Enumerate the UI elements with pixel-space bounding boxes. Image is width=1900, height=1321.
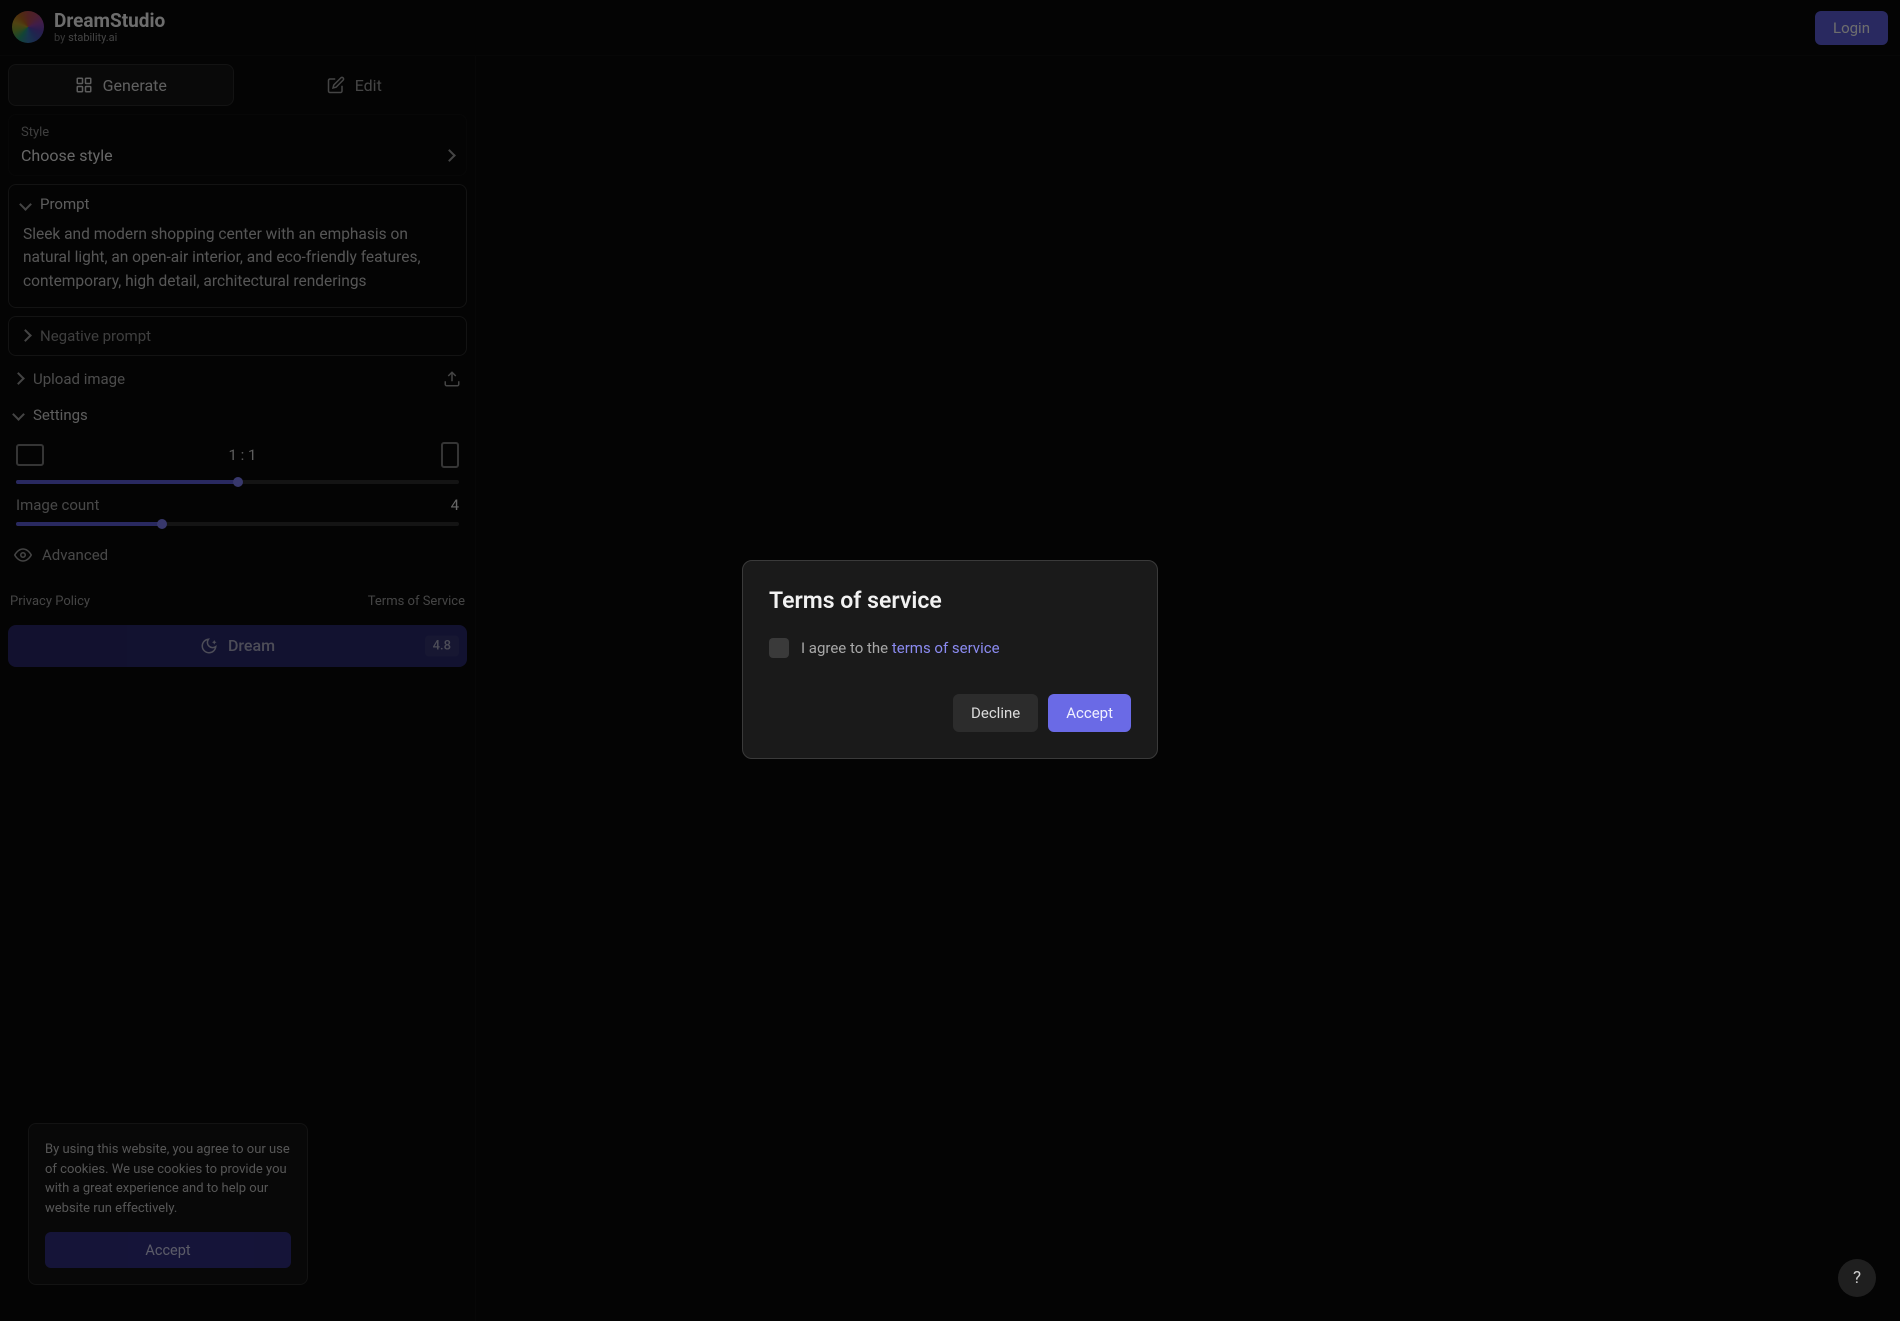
accept-button[interactable]: Accept <box>1048 694 1131 732</box>
tos-modal: Terms of service I agree to the terms of… <box>742 560 1158 759</box>
agree-text: I agree to the terms of service <box>801 639 1000 657</box>
modal-actions: Decline Accept <box>769 694 1131 732</box>
agree-prefix: I agree to the <box>801 639 892 657</box>
modal-title: Terms of service <box>769 587 1131 614</box>
agree-checkbox[interactable] <box>769 638 789 658</box>
decline-button[interactable]: Decline <box>953 694 1038 732</box>
modal-overlay[interactable]: Terms of service I agree to the terms of… <box>0 0 1900 1321</box>
modal-agree-row: I agree to the terms of service <box>769 638 1131 658</box>
tos-inline-link[interactable]: terms of service <box>892 639 1000 657</box>
help-button[interactable]: ? <box>1838 1259 1876 1297</box>
